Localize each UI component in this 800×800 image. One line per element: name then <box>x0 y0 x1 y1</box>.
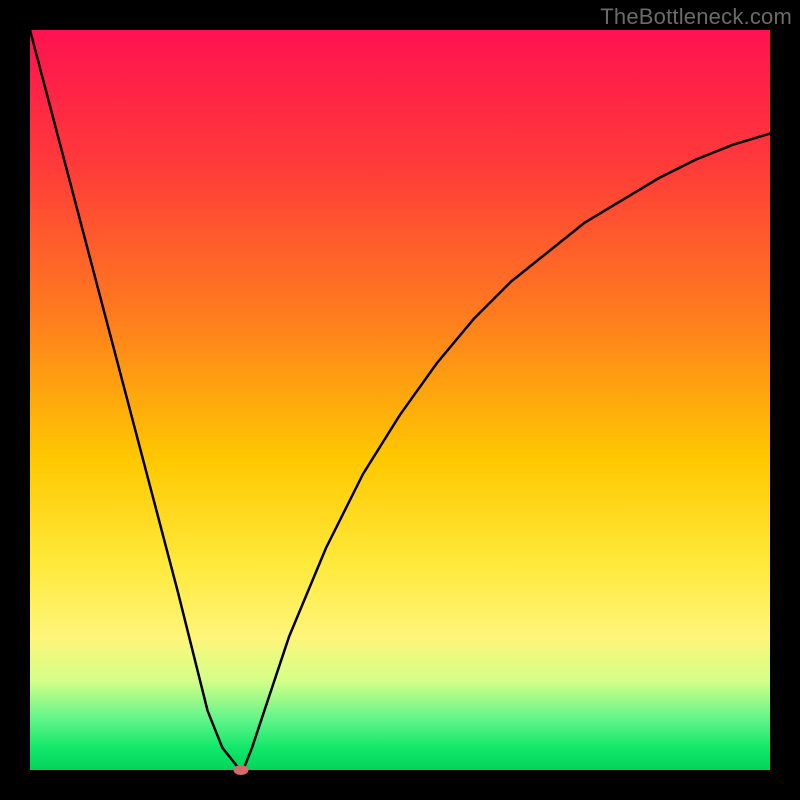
bottleneck-curve <box>30 30 770 770</box>
optimal-point-marker <box>233 765 248 775</box>
chart-frame: TheBottleneck.com <box>0 0 800 800</box>
watermark-text: TheBottleneck.com <box>600 4 792 30</box>
plot-area <box>30 30 770 770</box>
